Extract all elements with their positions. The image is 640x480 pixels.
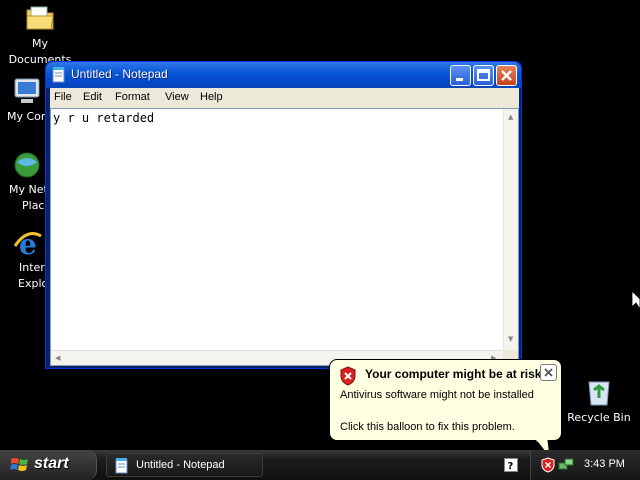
taskbar: start Untitled - Notepad 3:43 PM (0, 450, 640, 480)
internet-explorer-icon: e (13, 228, 42, 258)
menu-help[interactable]: Help (200, 91, 223, 103)
menu-view[interactable]: View (165, 91, 189, 103)
minimize-icon (456, 78, 463, 81)
desktop-icon-my-documents[interactable]: My Documents (0, 2, 80, 68)
close-icon (544, 368, 553, 377)
close-button[interactable] (496, 65, 517, 86)
window-title: Untitled - Notepad (71, 67, 168, 81)
text-editor[interactable]: y r u retarded ▲ ▼ ◀ ▶ (50, 108, 519, 366)
menu-bar: File Edit Format View Help (50, 88, 519, 108)
scroll-down-icon[interactable]: ▼ (508, 335, 513, 343)
mouse-cursor-icon (632, 291, 640, 310)
help-icon[interactable]: ? (504, 458, 518, 472)
notepad-icon (115, 458, 128, 474)
start-button[interactable]: start (0, 450, 97, 480)
balloon-close-button[interactable] (540, 364, 557, 381)
minimize-button[interactable] (450, 65, 471, 86)
menu-file[interactable]: File (54, 91, 72, 103)
vertical-scrollbar[interactable]: ▲ ▼ (503, 109, 518, 350)
maximize-button[interactable] (473, 65, 494, 86)
security-shield-icon (340, 366, 356, 386)
svg-text:?: ? (508, 461, 514, 472)
recycle-bin-icon (588, 381, 610, 406)
balloon-message: Antivirus software might not be installe… (340, 389, 534, 401)
windows-logo-icon (10, 458, 28, 471)
computer-icon (14, 78, 40, 103)
editor-content: y r u retarded (53, 111, 155, 125)
security-balloon[interactable]: Your computer might be at risk Antivirus… (329, 359, 562, 441)
scroll-left-icon[interactable]: ◀ (55, 354, 60, 362)
maximize-icon (477, 69, 490, 81)
menu-edit[interactable]: Edit (83, 91, 102, 103)
close-icon (501, 70, 512, 81)
notepad-window[interactable]: Untitled - Notepad File Edit Format View… (45, 61, 522, 369)
desktop-icon-label: Recycle Bin (567, 411, 631, 424)
system-tray: 3:43 PM (530, 450, 640, 480)
security-shield-icon[interactable] (541, 457, 555, 473)
balloon-action-text: Click this balloon to fix this problem. (340, 421, 515, 433)
balloon-title: Your computer might be at risk (365, 367, 542, 381)
menu-format[interactable]: Format (115, 91, 150, 103)
network-places-icon (14, 152, 40, 178)
clock[interactable]: 3:43 PM (584, 458, 625, 470)
start-label: start (34, 455, 69, 472)
taskbar-item-label: Untitled - Notepad (136, 459, 225, 471)
scroll-up-icon[interactable]: ▲ (508, 113, 513, 121)
notepad-icon (52, 67, 65, 83)
desktop-icon-recycle-bin[interactable]: Recycle Bin (559, 376, 639, 426)
network-icon[interactable] (558, 457, 574, 473)
taskbar-item-notepad[interactable]: Untitled - Notepad (106, 453, 263, 477)
folder-icon (26, 6, 54, 30)
title-bar[interactable]: Untitled - Notepad (46, 62, 521, 88)
